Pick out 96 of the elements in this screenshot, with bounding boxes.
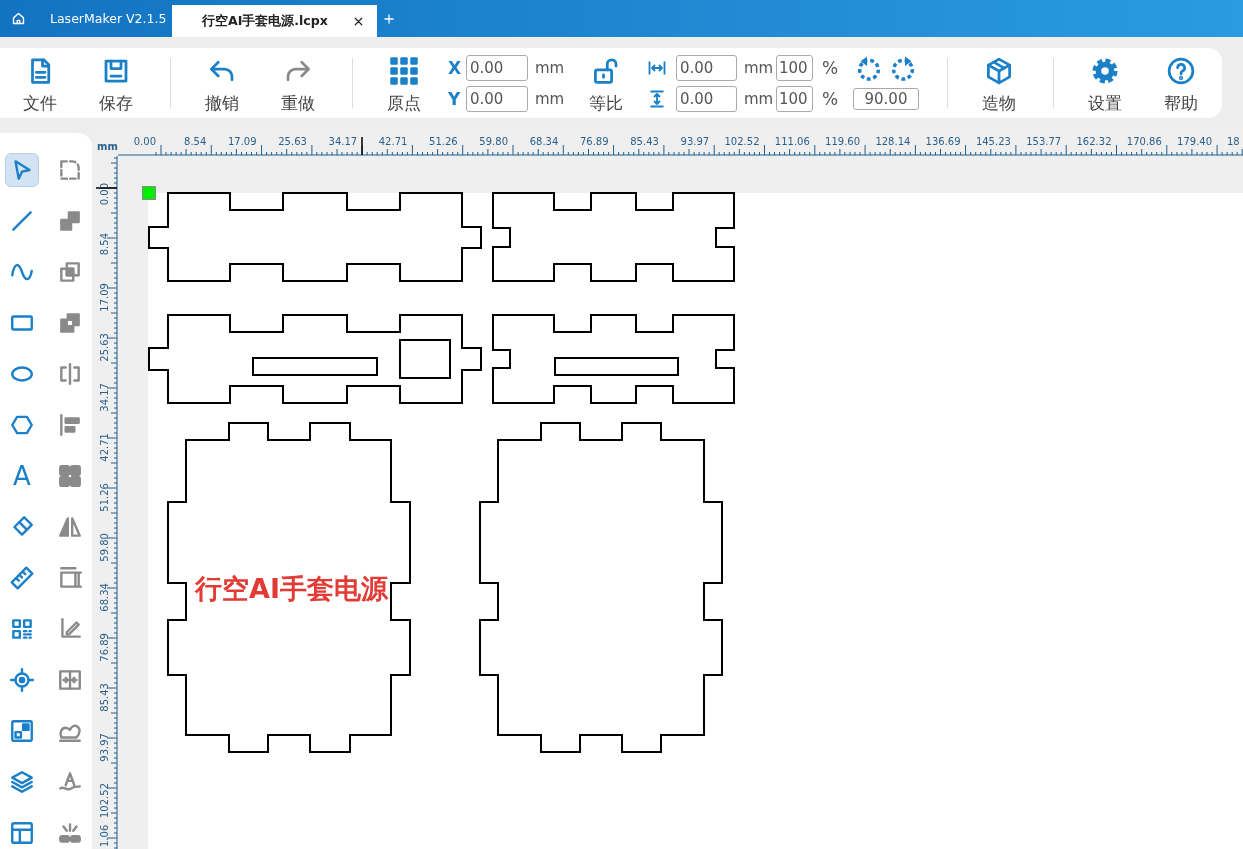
axis-label: X <box>448 58 463 78</box>
ruler-label: 17.09 <box>99 283 110 312</box>
input-field[interactable]: 0.00 <box>466 55 528 81</box>
toolbar-button[interactable]: 设置 <box>1075 48 1135 118</box>
layers-icon <box>9 769 35 795</box>
tool-button[interactable]: A <box>5 459 39 493</box>
ruler-label: 34.17 <box>328 136 358 147</box>
ruler-label: 34.17 <box>99 383 110 412</box>
ruler-label: 76.89 <box>579 136 609 147</box>
split-icon <box>57 361 83 387</box>
help-icon <box>1166 56 1196 86</box>
ruler-label: 8.54 <box>99 233 110 256</box>
origin-marker <box>142 186 156 200</box>
ruler-label: 59.80 <box>99 533 110 562</box>
settings-icon <box>1090 56 1120 86</box>
ruler-label: 68.34 <box>529 136 559 147</box>
ruler-label: 0.00 <box>99 183 110 206</box>
plus-icon <box>382 11 396 26</box>
angle-field[interactable]: 90.00 <box>853 88 919 110</box>
resize-frame-icon <box>57 565 83 591</box>
ruler-label: 42.71 <box>378 136 408 147</box>
ruler-label: 119.60 <box>825 136 861 147</box>
app-title[interactable]: LaserMaker V2.1.5 <box>36 0 172 37</box>
ruler-label: 68.34 <box>99 583 110 612</box>
toolbar-button[interactable]: 帮助 <box>1151 48 1211 118</box>
ruler-label: 42.71 <box>99 433 110 462</box>
ruler-label: 102.52 <box>99 783 110 818</box>
ruler-label: 59.80 <box>479 136 508 147</box>
ruler-label: 170.86 <box>1126 136 1162 147</box>
unit-label: mm <box>744 59 772 77</box>
ruler-label: 136.69 <box>925 136 961 147</box>
toolbar-button[interactable]: 造物 <box>969 48 1029 118</box>
frame-square-icon <box>9 718 35 744</box>
mirror-icon <box>57 514 83 540</box>
unit-label: mm <box>535 59 565 77</box>
ruler-label: 85.43 <box>630 136 659 147</box>
ruler-label: 51.26 <box>99 483 110 512</box>
align-left-icon <box>57 412 83 438</box>
ruler-label: 93.97 <box>680 136 710 147</box>
input-field[interactable]: 0.00 <box>466 86 528 112</box>
ruler-label: 25.63 <box>278 136 307 147</box>
height-icon <box>647 89 667 109</box>
ruler-label: 76.89 <box>99 633 110 662</box>
home-icon <box>10 11 26 26</box>
compress-icon <box>57 667 83 693</box>
toolbar-button[interactable]: 原点 <box>374 48 434 118</box>
ruler-label: 17.09 <box>227 136 257 147</box>
canvas-text: 行空AI手套电源 <box>195 573 388 604</box>
input-field[interactable]: 100 <box>776 86 813 112</box>
ruler-label: 162.32 <box>1076 136 1112 147</box>
input-field[interactable]: 0.00 <box>676 86 737 112</box>
ruler-label: 1.06 <box>99 824 110 847</box>
ruler-unit: mm <box>97 141 118 152</box>
target-icon <box>9 667 35 693</box>
ruler-label: 8.54 <box>184 136 207 147</box>
burst-icon <box>57 820 83 846</box>
input-field[interactable]: 0.00 <box>676 55 737 81</box>
ruler-label: 51.26 <box>429 136 458 147</box>
cursor-marker <box>95 187 118 189</box>
ruler-label: 25.63 <box>99 333 110 362</box>
toolbar-button[interactable]: 撤销 <box>192 48 252 118</box>
ruler-label: 145.23 <box>975 136 1011 147</box>
rounded-frame-icon <box>57 157 83 183</box>
unit-label: mm <box>744 90 772 108</box>
toolbar-button[interactable]: 保存 <box>86 48 146 118</box>
ruler-label: 179.40 <box>1177 136 1213 147</box>
cursor-marker <box>361 136 363 156</box>
ruler-label: 0.00 <box>133 136 156 147</box>
ruler-label: 111.06 <box>774 136 810 147</box>
union-icon <box>57 208 83 234</box>
axis-label: Y <box>448 89 462 109</box>
qr-code-icon <box>9 616 35 642</box>
cube-icon <box>984 56 1014 86</box>
input-field[interactable]: 100 <box>776 55 813 81</box>
document-tab[interactable]: 行空AI手套电源.lcpx <box>172 5 377 37</box>
layout-icon <box>9 820 35 846</box>
intersect-icon <box>57 259 83 285</box>
ruler-label: 102.52 <box>724 136 760 147</box>
lock-ratio-button[interactable]: 等比 <box>576 48 636 118</box>
unit-label: % <box>822 89 840 109</box>
text-tool-glyph: A <box>13 463 31 489</box>
unit-label: % <box>822 58 840 78</box>
width-icon <box>647 58 667 78</box>
tool-button[interactable] <box>5 153 39 187</box>
ruler-label: 93.97 <box>99 733 110 762</box>
line-icon <box>9 208 35 234</box>
ruler-icon <box>9 565 35 591</box>
grid-icon <box>389 56 419 86</box>
subtract-icon <box>57 310 83 336</box>
ruler-label: 128.14 <box>875 136 911 147</box>
ruler-label: 18 <box>1227 136 1240 147</box>
toolbar-button[interactable]: 文件 <box>10 48 70 118</box>
ruler-label: 85.43 <box>99 683 110 712</box>
unit-label: mm <box>535 90 565 108</box>
grid-icon <box>57 463 83 489</box>
ruler-label: 153.77 <box>1026 136 1062 147</box>
